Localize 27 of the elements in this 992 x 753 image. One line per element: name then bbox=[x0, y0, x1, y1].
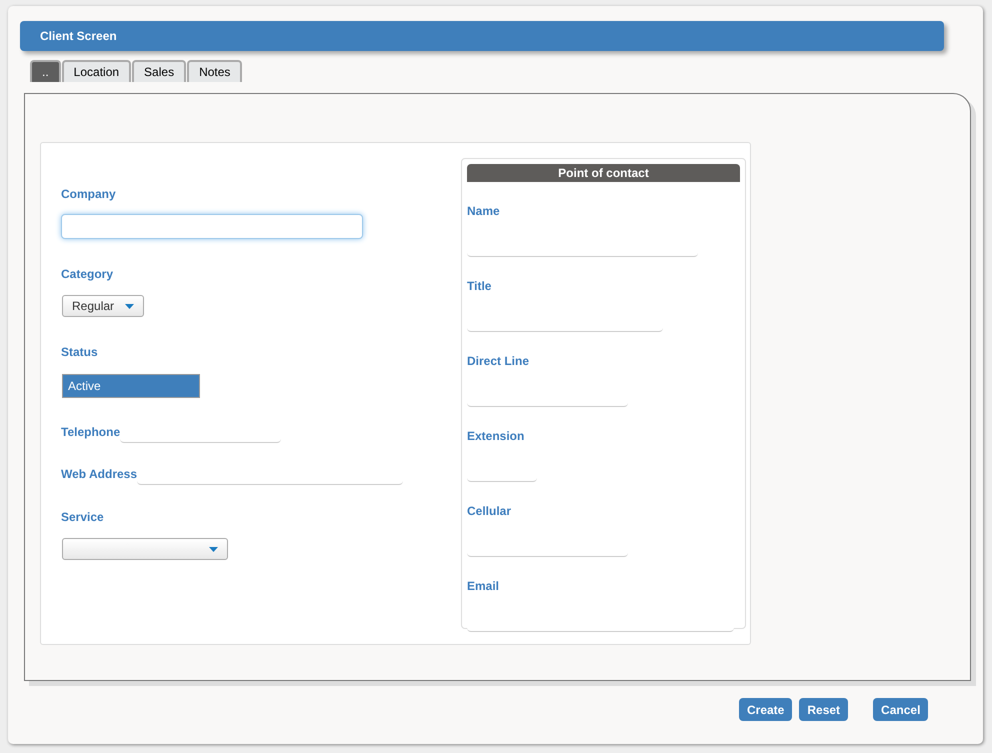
field-label: Extension bbox=[467, 428, 526, 445]
action-button[interactable]: Reset bbox=[799, 698, 848, 721]
tab[interactable]: Location bbox=[62, 60, 132, 82]
field-label: Name bbox=[467, 203, 501, 220]
dropdown[interactable]: Regular bbox=[62, 295, 144, 317]
tab[interactable]: Sales bbox=[132, 60, 186, 82]
field-label: Cellular bbox=[467, 503, 512, 520]
action-button[interactable]: Cancel bbox=[873, 698, 928, 721]
dropdown[interactable] bbox=[62, 538, 228, 560]
panel-title: Point of contact bbox=[558, 165, 649, 182]
tab[interactable]: Notes bbox=[187, 60, 242, 82]
window-title: Client Screen bbox=[40, 28, 117, 45]
text-field[interactable] bbox=[61, 214, 363, 239]
caret-icon bbox=[125, 304, 134, 308]
field-label: Status bbox=[61, 344, 99, 361]
tab[interactable]: .. bbox=[30, 60, 61, 82]
field-label: Category bbox=[61, 266, 114, 283]
field-label: Telephone bbox=[61, 424, 120, 441]
field-label: Company bbox=[61, 186, 117, 203]
field-label: Direct Line bbox=[467, 353, 530, 370]
field-label: Title bbox=[467, 278, 492, 295]
field-label: Service bbox=[61, 509, 105, 526]
field-label: Web Address bbox=[61, 466, 138, 483]
selected-list-option[interactable]: Active bbox=[62, 374, 200, 398]
caret-icon bbox=[209, 546, 218, 552]
action-button[interactable]: Create bbox=[739, 698, 792, 721]
field-label: Email bbox=[467, 578, 500, 595]
